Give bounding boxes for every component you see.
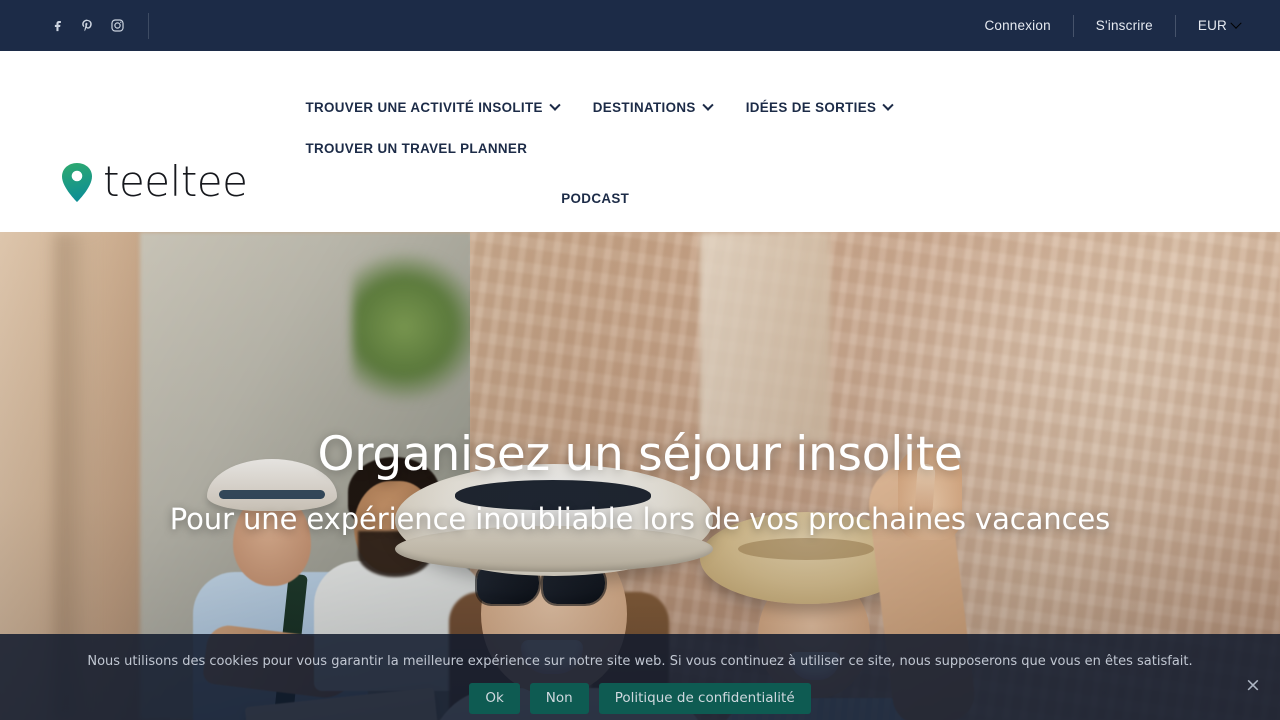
cookie-decline-button[interactable]: Non [529,683,589,714]
nav-item-destinations[interactable]: DESTINATIONS [592,87,714,128]
account-divider-2 [1174,14,1176,37]
chevron-down-icon [702,99,714,111]
account-links: Connexion S'inscrire EUR [984,14,1242,37]
nav-label: TROUVER UN TRAVEL PLANNER [305,141,528,156]
currency-selector[interactable]: EUR [1197,17,1242,33]
social-links [44,12,163,39]
logo-text: teeltee [103,157,248,206]
nav-label: DESTINATIONS [592,100,696,115]
chevron-down-icon [882,99,894,111]
site-header: teeltee TROUVER UNE ACTIVITÉ INSOLITE DE… [0,51,1280,232]
account-divider-1 [1072,14,1074,37]
top-utility-bar: Connexion S'inscrire EUR [0,0,1280,51]
cookie-actions: Ok Non Politique de confidentialité [0,683,1280,714]
hero-subtitle: Pour une expérience inoubliable lors de … [169,502,1111,537]
nav-item-idees-de-sorties[interactable]: IDÉES DE SORTIES [745,87,894,128]
nav-label: TROUVER UNE ACTIVITÉ INSOLITE [305,100,543,115]
login-link[interactable]: Connexion [984,18,1050,33]
currency-label: EUR [1197,18,1227,33]
pinterest-icon[interactable] [74,13,100,39]
signup-link[interactable]: S'inscrire [1096,18,1153,33]
hero-title: Organisez un séjour insolite [317,427,963,482]
close-icon[interactable]: × [1240,672,1266,698]
cookie-message: Nous utilisons des cookies pour vous gar… [87,654,1193,669]
hero-copy: Organisez un séjour insolite Pour une ex… [0,427,1280,537]
nav-label: IDÉES DE SORTIES [745,100,877,115]
logo[interactable]: teeltee [0,157,248,206]
location-heart-icon [62,163,92,202]
chevron-down-icon [1230,17,1242,29]
privacy-policy-button[interactable]: Politique de confidentialité [598,683,811,714]
social-divider [148,12,149,39]
nav-item-podcast[interactable]: PODCAST [561,178,629,219]
cookie-accept-button[interactable]: Ok [469,683,520,714]
cookie-consent-banner: Nous utilisons des cookies pour vous gar… [0,634,1280,720]
facebook-icon[interactable] [44,13,70,39]
chevron-down-icon [549,99,561,111]
instagram-icon[interactable] [104,13,130,39]
primary-nav: TROUVER UNE ACTIVITÉ INSOLITE DESTINATIO… [305,87,1135,219]
nav-label: PODCAST [561,191,630,206]
nav-item-travel-planner[interactable]: TROUVER UN TRAVEL PLANNER [305,128,527,169]
nav-item-activites[interactable]: TROUVER UNE ACTIVITÉ INSOLITE [305,87,561,128]
